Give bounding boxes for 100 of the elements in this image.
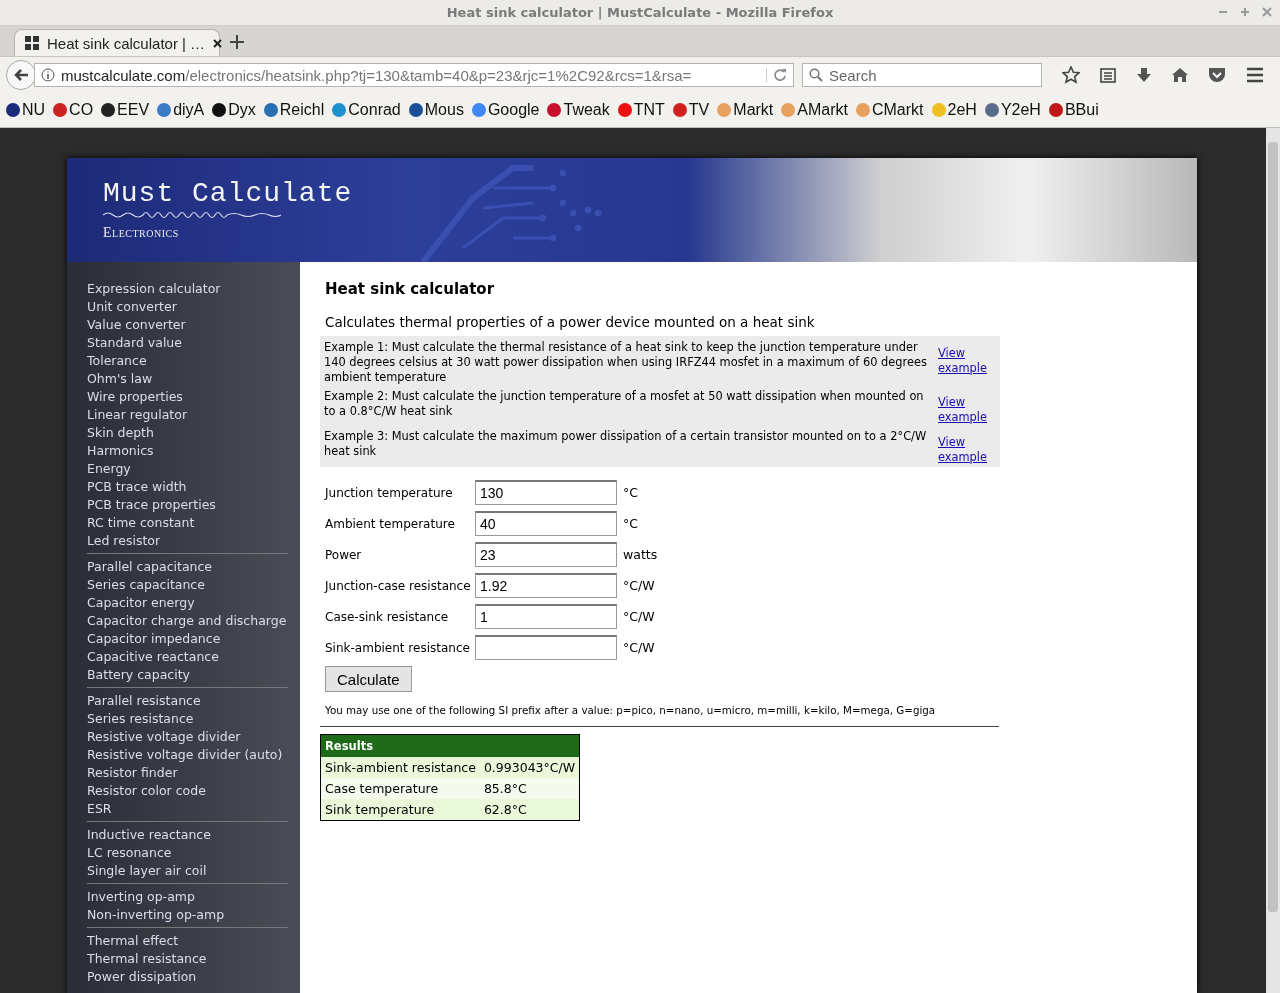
bookmark-link[interactable]: Mous: [408, 101, 464, 119]
bookmark-link[interactable]: Google: [471, 101, 540, 119]
view-example-link[interactable]: View example: [938, 395, 996, 425]
sidebar-link[interactable]: Skin depth: [87, 424, 288, 442]
bookmark-link[interactable]: EEV: [101, 101, 150, 119]
field-label: Case-sink resistance: [325, 609, 450, 624]
bookmark-link[interactable]: diyA: [157, 101, 205, 119]
sidebar-link[interactable]: Linear regulator: [87, 406, 288, 424]
star-icon[interactable]: [1062, 66, 1080, 84]
calculate-button[interactable]: Calculate: [325, 666, 412, 692]
unit-label: °C: [623, 485, 638, 500]
bookmark-link[interactable]: BBui: [1048, 101, 1099, 119]
table-cell: Sink temperature: [320, 799, 480, 821]
sidebar-link[interactable]: Resistive voltage divider (auto): [87, 746, 288, 764]
sidebar-link[interactable]: Unit converter: [87, 298, 288, 316]
sidebar-link[interactable]: Led resistor: [87, 532, 288, 550]
grid-icon: [25, 36, 39, 50]
view-example-link[interactable]: View example: [938, 346, 996, 385]
bookmark-link[interactable]: CO: [53, 101, 94, 119]
sidebar-link[interactable]: RC time constant: [87, 514, 288, 532]
table-cell: Case temperature: [320, 778, 480, 799]
sidebar-link[interactable]: Resistor finder: [87, 764, 288, 782]
browser-tab[interactable]: Heat sink calculator | …: [14, 29, 220, 56]
address-field[interactable]: mustcalculate.com/electronics/heatsink.php?tj=130&tamb=40&p=23&rjc=1%2C92&rcs=1&rsa=: [34, 63, 794, 87]
close-icon[interactable]: [213, 38, 223, 48]
sidebar-link[interactable]: PCB trace properties: [87, 496, 288, 514]
example-text: Example 2: Must calculate the junction temperature of a mosfet at 50 watt dissipation when mounted on to a 0.8°C/W heat sink: [324, 389, 925, 420]
bookmark-link[interactable]: Y2eH: [984, 101, 1041, 119]
input-field[interactable]: 1.92: [475, 573, 617, 598]
download-icon[interactable]: [1136, 67, 1152, 83]
sidebar-link[interactable]: Ohm's law: [87, 370, 288, 388]
scrollbar-thumb[interactable]: [1268, 142, 1278, 912]
bookmark-link[interactable]: NU: [6, 101, 46, 119]
sidebar-link[interactable]: Tolerance: [87, 352, 288, 370]
home-icon[interactable]: [1172, 67, 1188, 83]
bookmark-link[interactable]: TNT: [617, 101, 665, 119]
input-field[interactable]: 1: [475, 604, 617, 629]
table-cell: 0.993043°C/W: [479, 757, 580, 778]
sidebar-link[interactable]: Battery capacity: [87, 666, 288, 684]
unit-label: °C/W: [623, 640, 655, 655]
page-heading: Heat sink calculator: [325, 280, 496, 298]
sidebar-link[interactable]: Power dissipation: [87, 968, 288, 986]
input-field[interactable]: 130: [475, 480, 617, 505]
si-prefix-note: You may use one of the following SI prefix after a value: p=pico, n=nano, u=micro, m=milli, k=kilo, M=mega, G=giga: [325, 704, 937, 716]
field-label: Ambient temperature: [325, 516, 456, 531]
sidebar-link[interactable]: Single layer air coil: [87, 862, 288, 880]
bookmark-link[interactable]: Markt: [717, 101, 774, 119]
sidebar-link[interactable]: Standard value: [87, 334, 288, 352]
bookmark-link[interactable]: Dyx: [212, 101, 256, 119]
window-title: Heat sink calculator | MustCalculate - Mozilla Firefox: [446, 5, 834, 20]
sidebar-link[interactable]: Thermal effect: [87, 932, 288, 950]
bookmark-link[interactable]: Conrad: [332, 101, 401, 119]
field-label: Sink-ambient resistance: [325, 640, 471, 655]
sidebar-link[interactable]: Parallel capacitance: [87, 558, 288, 576]
field-label: Power: [325, 547, 363, 562]
sidebar-link[interactable]: Capacitor charge and discharge: [87, 612, 288, 630]
sidebar-link[interactable]: Expression calculator: [87, 280, 288, 298]
unit-label: watts: [623, 547, 658, 562]
reading-list-icon[interactable]: [1100, 67, 1116, 83]
bookmark-link[interactable]: TV: [672, 101, 710, 119]
input-field[interactable]: 40: [475, 511, 617, 536]
sidebar-link[interactable]: PCB trace width: [87, 478, 288, 496]
reload-icon[interactable]: [766, 68, 787, 82]
page-description: Calculates thermal properties of a power device mounted on a heat sink: [325, 314, 816, 330]
sidebar-link[interactable]: Capacitor impedance: [87, 630, 288, 648]
search-field[interactable]: Search: [802, 63, 1042, 87]
sidebar-link[interactable]: Resistor color code: [87, 782, 288, 800]
site-subtitle: Electronics: [103, 225, 180, 241]
bookmark-link[interactable]: Reichl: [263, 101, 325, 119]
bookmark-link[interactable]: 2eH: [931, 101, 977, 119]
sidebar-link[interactable]: Series capacitance: [87, 576, 288, 594]
input-field[interactable]: [475, 635, 617, 660]
unit-label: °C: [623, 516, 638, 531]
input-field[interactable]: 23: [475, 542, 617, 567]
pocket-icon[interactable]: [1208, 67, 1226, 83]
sidebar-link[interactable]: Energy: [87, 460, 288, 478]
sidebar-link[interactable]: Capacitor energy: [87, 594, 288, 612]
sidebar-link[interactable]: LC resonance: [87, 844, 288, 862]
sidebar-link[interactable]: Parallel resistance: [87, 692, 288, 710]
bookmark-link[interactable]: Tweak: [547, 101, 610, 119]
sidebar-link[interactable]: Harmonics: [87, 442, 288, 460]
bookmark-link[interactable]: CMarkt: [855, 101, 924, 119]
view-example-link[interactable]: View example: [938, 435, 996, 465]
new-tab-icon[interactable]: [230, 35, 244, 49]
back-button[interactable]: [6, 60, 36, 90]
bookmark-link[interactable]: AMarkt: [781, 101, 848, 119]
sidebar-link[interactable]: Inductive reactance: [87, 826, 288, 844]
sidebar-link[interactable]: Inverting op-amp: [87, 888, 288, 906]
sidebar-link[interactable]: Value converter: [87, 316, 288, 334]
menu-icon[interactable]: [1246, 67, 1264, 83]
sidebar-link[interactable]: Thermal resistance: [87, 950, 288, 968]
wave-icon: [103, 209, 281, 221]
sidebar-link[interactable]: Non-inverting op-amp: [87, 906, 288, 924]
sidebar-link[interactable]: Series resistance: [87, 710, 288, 728]
example-text: Example 3: Must calculate the maximum power dissipation of a certain transistor mounted on to a 2°C/W heat sink: [324, 429, 928, 460]
sidebar-link[interactable]: ESR: [87, 800, 288, 818]
sidebar-link[interactable]: Capacitive reactance: [87, 648, 288, 666]
sidebar-link[interactable]: Wire properties: [87, 388, 288, 406]
sidebar-link[interactable]: Resistive voltage divider: [87, 728, 288, 746]
scrollbar[interactable]: [1266, 128, 1280, 993]
